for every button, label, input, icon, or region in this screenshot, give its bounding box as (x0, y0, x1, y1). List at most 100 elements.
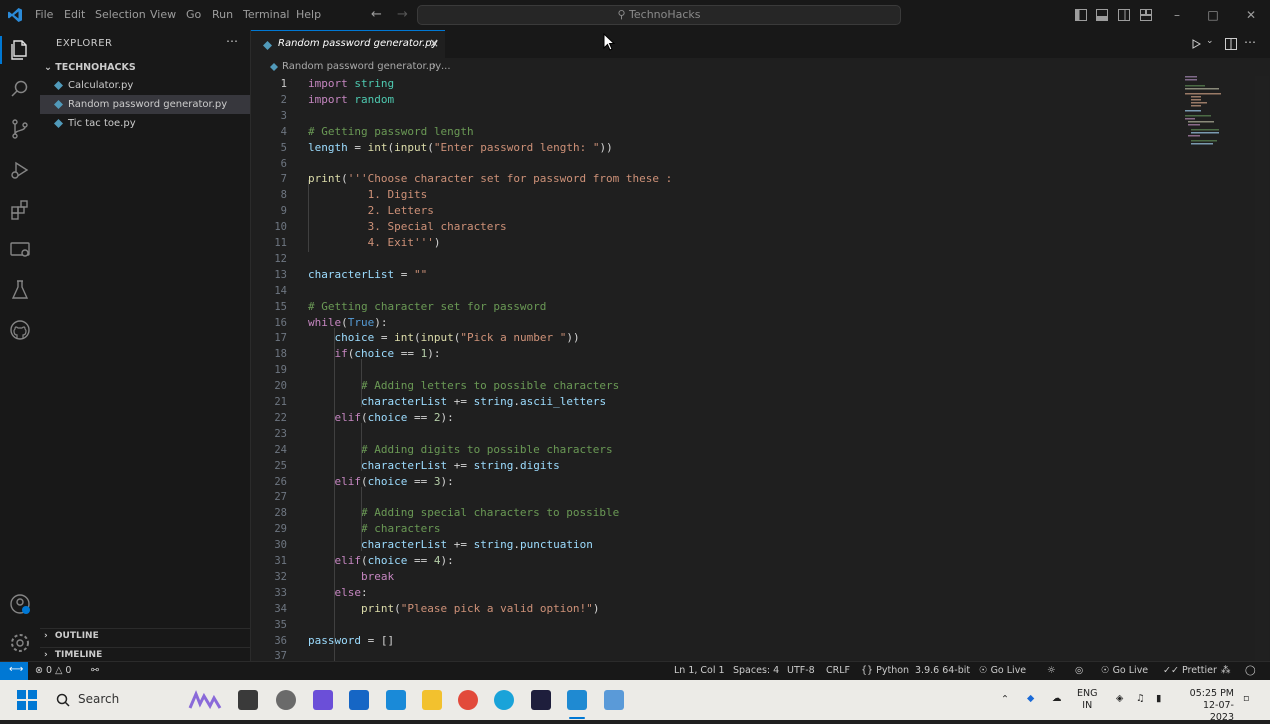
toggle-secondary-sidebar-icon[interactable] (1118, 9, 1130, 21)
taskbar-search[interactable]: Search (48, 688, 228, 712)
python-interpreter[interactable]: 3.9.6 64-bit (915, 665, 970, 676)
more-actions-icon[interactable]: ⋯ (226, 34, 238, 48)
explorer-icon[interactable] (8, 38, 32, 62)
error-icon: ⊗ (35, 665, 43, 676)
line-number: 8 (280, 189, 287, 202)
toggle-panel-icon[interactable] (1096, 9, 1108, 21)
vscode-taskbar-icon[interactable] (567, 690, 587, 710)
menu-help[interactable]: Help (296, 0, 321, 30)
menu-file[interactable]: File (35, 0, 53, 30)
chrome-icon[interactable] (458, 690, 478, 710)
line-number: 16 (274, 316, 287, 329)
wifi-icon[interactable]: ◈ (1116, 693, 1123, 705)
forward-arrow-icon[interactable]: → (397, 0, 408, 30)
go-live-button[interactable]: ☉ Go Live (979, 665, 1026, 676)
menu-terminal[interactable]: Terminal (243, 0, 290, 30)
outline-section[interactable]: › OUTLINE (40, 628, 250, 641)
code-text: 4. Exit''') (308, 236, 441, 249)
line-number: 21 (274, 396, 287, 408)
source-control-icon[interactable] (8, 117, 32, 141)
defender-shield-icon[interactable]: ◆ (1027, 693, 1034, 705)
code-text: 2. Letters (308, 204, 434, 218)
extensions-icon[interactable] (8, 198, 32, 222)
code-text: # Adding digits to possible characters (308, 442, 613, 456)
terminal-app-icon[interactable] (531, 690, 551, 710)
code-line: 28 # Adding special characters to possib… (251, 505, 1171, 521)
file-item-tic-tac-toe[interactable]: Tic tac toe.py (40, 114, 250, 133)
customize-layout-icon[interactable] (1140, 9, 1152, 21)
breadcrumb-file[interactable]: Random password generator.py (282, 61, 441, 72)
github-icon[interactable] (8, 318, 32, 342)
live-share-icon[interactable]: ◎ (1075, 665, 1083, 676)
close-tab-icon[interactable]: × (429, 36, 439, 50)
end-of-line[interactable]: CRLF (826, 665, 850, 676)
manage-gear-icon[interactable] (8, 631, 32, 655)
task-view-icon[interactable] (238, 690, 258, 710)
copilot-icon[interactable]: ☼ (1047, 665, 1056, 676)
close-window-button[interactable]: ✕ (1232, 0, 1270, 30)
ports-icon[interactable]: ⚯ (91, 665, 99, 676)
minimap[interactable] (1183, 76, 1223, 146)
prettier-status[interactable]: ✓✓ Prettier (1163, 665, 1217, 676)
widget-icon[interactable] (276, 690, 296, 710)
snipping-tool-icon[interactable] (604, 690, 624, 710)
back-arrow-icon[interactable]: ← (371, 0, 382, 30)
remote-explorer-icon[interactable] (8, 238, 32, 262)
teams-chat-icon[interactable] (313, 690, 333, 710)
code-text: elif(choice == 3): (334, 474, 454, 488)
line-number: 4 (280, 125, 287, 138)
editor-scrollbar[interactable] (1255, 76, 1269, 661)
line-number: 28 (274, 507, 287, 520)
file-item-random-password-generator[interactable]: Random password generator.py (40, 95, 250, 114)
timeline-section[interactable]: › TIMELINE (40, 647, 250, 660)
edge-icon[interactable] (494, 690, 514, 710)
command-center-search[interactable]: ⚲ TechnoHacks (417, 5, 901, 25)
menu-edit[interactable]: Edit (64, 0, 85, 30)
indentation[interactable]: Spaces: 4 (733, 665, 779, 676)
breadcrumb-symbols[interactable]: ... (441, 61, 451, 72)
go-live-secondary-button[interactable]: ☉ Go Live (1101, 665, 1148, 676)
language-mode[interactable]: {} Python (861, 665, 909, 676)
testing-icon[interactable] (8, 278, 32, 302)
remote-indicator[interactable]: ⟷ (0, 662, 28, 681)
notifications-bell-icon[interactable]: ◯ (1245, 665, 1256, 676)
menu-view[interactable]: View (150, 0, 176, 30)
accounts-icon[interactable] (8, 592, 32, 616)
minimize-button[interactable]: – (1158, 0, 1196, 30)
feedback-icon[interactable]: ⁂ (1221, 665, 1231, 676)
cursor-position[interactable]: Ln 1, Col 1 (674, 665, 725, 676)
volume-icon[interactable]: ♫ (1136, 693, 1145, 705)
input-language-indicator[interactable]: ENG IN (1077, 688, 1097, 712)
code-line: 34 print("Please pick a valid option!") (251, 601, 1171, 617)
show-hidden-icons-chevron-icon[interactable]: ⌃ (1001, 694, 1009, 706)
file-explorer-icon[interactable] (422, 690, 442, 710)
search-icon[interactable] (8, 77, 32, 101)
windows-start-icon[interactable] (17, 690, 37, 710)
notification-center-icon[interactable]: ▫ (1243, 693, 1249, 705)
maximize-button[interactable]: □ (1194, 0, 1232, 30)
file-item-calculator[interactable]: Calculator.py (40, 76, 250, 95)
menu-selection[interactable]: Selection (95, 0, 146, 30)
clock[interactable]: 05:25 PM 12-07-2023 (1184, 688, 1234, 724)
mail-icon[interactable] (386, 690, 406, 710)
toggle-sidebar-icon[interactable] (1075, 9, 1087, 21)
microsoft-store-icon[interactable] (349, 690, 369, 710)
code-line: 20 # Adding letters to possible characte… (251, 378, 1171, 394)
split-editor-icon[interactable] (1225, 38, 1237, 50)
code-text: 3. Special characters (308, 220, 507, 234)
encoding[interactable]: UTF-8 (787, 665, 815, 676)
folder-technohacks[interactable]: ⌄ TECHNOHACKS (44, 62, 136, 73)
menu-run[interactable]: Run (212, 0, 233, 30)
code-editor[interactable]: 1 import string 2 import random 3 4 # Getting … (251, 76, 1270, 670)
run-python-file-icon[interactable] (1191, 39, 1201, 49)
errors-status[interactable]: ⊗ 0 △ 0 (35, 665, 71, 676)
editor-more-actions-icon[interactable]: ⋯ (1244, 35, 1256, 49)
tab-random-password-generator[interactable]: Random password generator.py × (251, 30, 445, 58)
run-dropdown-chevron-icon[interactable]: ⌄ (1206, 36, 1214, 46)
battery-icon[interactable]: ▮ (1156, 693, 1161, 705)
line-number: 31 (274, 555, 287, 567)
run-debug-icon[interactable] (8, 158, 32, 182)
onedrive-cloud-icon[interactable]: ☁ (1052, 693, 1062, 705)
menu-go[interactable]: Go (186, 0, 201, 30)
activity-bar (0, 30, 40, 661)
